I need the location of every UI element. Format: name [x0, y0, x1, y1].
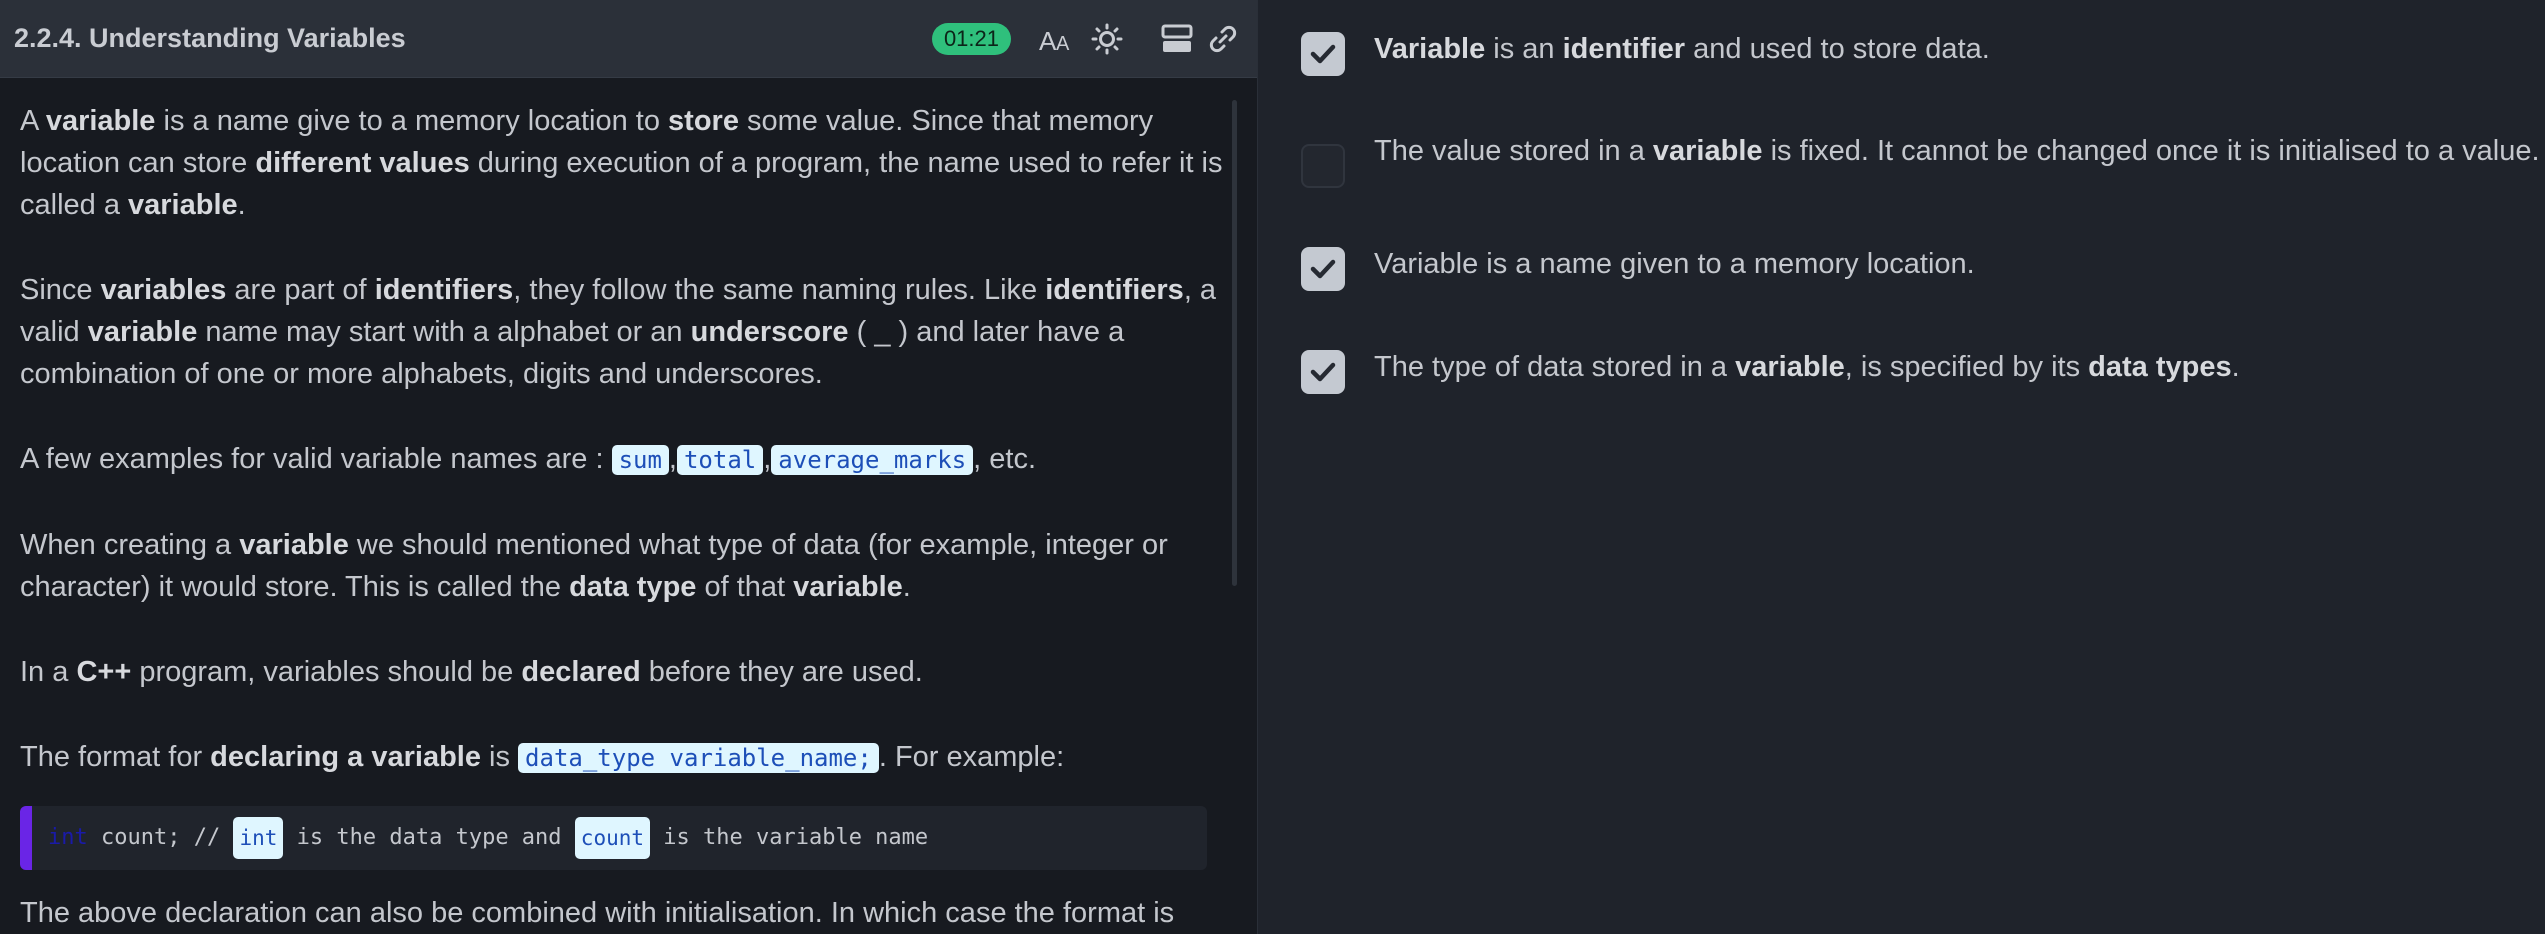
text: The above declaration can also be combin… — [20, 897, 1175, 929]
text: of that — [696, 571, 794, 603]
lesson-header: 2.2.4. Understanding Variables 01:21 AA — [0, 0, 1257, 78]
quiz-option[interactable]: Variable is a name given to a memory loc… — [1301, 243, 2545, 291]
timer-badge: 01:21 — [931, 22, 1011, 55]
text-bold: variable — [128, 189, 238, 221]
text-bold: declared — [521, 656, 641, 688]
text: The type of data stored in a — [1374, 351, 1736, 383]
quiz-option[interactable]: The value stored in a variable is fixed.… — [1301, 130, 2545, 188]
code-keyword: int — [48, 825, 88, 850]
paragraph-definition: A variable is a name give to a memory lo… — [20, 100, 1237, 226]
paragraph-examples: A few examples for valid variable names … — [20, 438, 1237, 481]
code-block: int count; // int is the data type and c… — [20, 806, 1207, 870]
theme-sun-icon[interactable] — [1087, 19, 1127, 59]
quiz-option[interactable]: Variable is an identifier and used to st… — [1301, 28, 2545, 76]
inline-code: count — [574, 817, 651, 859]
link-icon[interactable] — [1203, 19, 1243, 59]
text-bold: variable — [45, 105, 156, 137]
text-bold: identifier — [1562, 33, 1686, 65]
text: is fixed. It cannot be changed once it i… — [1762, 135, 2540, 167]
text-bold: C++ — [76, 656, 132, 688]
option-label: Variable is an identifier and used to st… — [1374, 28, 1990, 70]
text-bold: underscore — [690, 316, 849, 348]
text-bold: different values — [255, 147, 470, 179]
text-bold: identifiers — [374, 274, 514, 306]
text: A — [20, 105, 46, 137]
text: . For example: — [878, 741, 1065, 773]
text-bold: Variable — [1374, 33, 1486, 65]
text-bold: declaring a variable — [210, 741, 481, 773]
paragraph-data-type: When creating a variable we should menti… — [20, 524, 1237, 608]
option-label: The value stored in a variable is fixed.… — [1374, 130, 2540, 172]
app-window: 2.2.4. Understanding Variables 01:21 AA … — [0, 0, 2545, 934]
inline-code: average_marks — [771, 445, 974, 475]
font-size-icon[interactable]: AA — [1037, 19, 1077, 59]
quiz-panel: Variable is an identifier and used to st… — [1258, 0, 2545, 934]
text: In a — [20, 656, 77, 688]
check-icon — [1310, 362, 1336, 382]
code-text: is the data type and — [283, 825, 575, 850]
inline-code: sum — [611, 445, 669, 475]
inline-code: int — [233, 817, 284, 859]
text: , etc. — [973, 443, 1036, 475]
text: is a name give to a memory location to — [155, 105, 669, 137]
text: and used to store data. — [1685, 33, 1990, 65]
page-title: 2.2.4. Understanding Variables — [14, 23, 406, 53]
text: . — [902, 571, 911, 603]
text: , is specified by its — [1844, 351, 2089, 383]
text: , — [668, 443, 677, 475]
text: name may start with a alphabet or an — [197, 316, 691, 348]
text: program, variables should be — [131, 656, 522, 688]
text: . — [237, 189, 246, 221]
code-text: count; // — [87, 825, 234, 850]
text-bold: store — [668, 105, 739, 137]
inline-code: data_type variable_name; — [518, 743, 879, 773]
text-bold: data type — [569, 571, 697, 603]
text-bold: variable — [239, 529, 349, 561]
option-label: The type of data stored in a variable, i… — [1374, 346, 2240, 388]
checkbox-checked[interactable] — [1301, 350, 1345, 394]
paragraph-initialisation: The above declaration can also be combin… — [20, 892, 1237, 934]
svg-text:A: A — [1056, 33, 1070, 54]
inline-code: total — [676, 445, 764, 475]
option-label: Variable is a name given to a memory loc… — [1374, 243, 1975, 285]
text: When creating a — [20, 529, 240, 561]
quiz-option[interactable]: The type of data stored in a variable, i… — [1301, 346, 2545, 394]
checkbox-checked[interactable] — [1301, 32, 1345, 76]
paragraph-format: The format for declaring a variable is d… — [20, 736, 1237, 779]
text-bold: variable — [1735, 351, 1845, 383]
lesson-panel: 2.2.4. Understanding Variables 01:21 AA … — [0, 0, 1258, 934]
text: is an — [1485, 33, 1563, 65]
text: Variable is a name given to a memory loc… — [1374, 248, 1975, 280]
text: The format for — [20, 741, 211, 773]
svg-text:A: A — [1039, 26, 1057, 54]
lesson-content: A variable is a name give to a memory lo… — [0, 78, 1257, 934]
text-bold: variable — [1652, 135, 1763, 167]
check-icon — [1310, 259, 1336, 279]
text: before they are used. — [640, 656, 923, 688]
check-icon — [1310, 44, 1336, 64]
text: Since — [20, 274, 101, 306]
text-bold: variable — [793, 571, 903, 603]
text: . — [2231, 351, 2240, 383]
text-bold: identifiers — [1045, 274, 1184, 306]
text: The value stored in a — [1374, 135, 1653, 167]
layout-icon[interactable] — [1157, 19, 1197, 59]
code-text: is the variable name — [650, 825, 929, 850]
checkbox-checked[interactable] — [1301, 247, 1345, 291]
text: , they follow the same naming rules. Lik… — [513, 274, 1046, 306]
text: are part of — [226, 274, 375, 306]
text-bold: data types — [2088, 351, 2232, 383]
text: A few examples for valid variable names … — [20, 443, 612, 475]
text-bold: variable — [87, 316, 198, 348]
content-scrollbar[interactable] — [1232, 100, 1237, 586]
paragraph-declaration: In a C++ program, variables should be de… — [20, 651, 1237, 693]
paragraph-naming-rules: Since variables are part of identifiers,… — [20, 269, 1237, 395]
text: is — [480, 741, 519, 773]
checkbox-unchecked[interactable] — [1301, 144, 1345, 188]
text-bold: variables — [100, 274, 227, 306]
